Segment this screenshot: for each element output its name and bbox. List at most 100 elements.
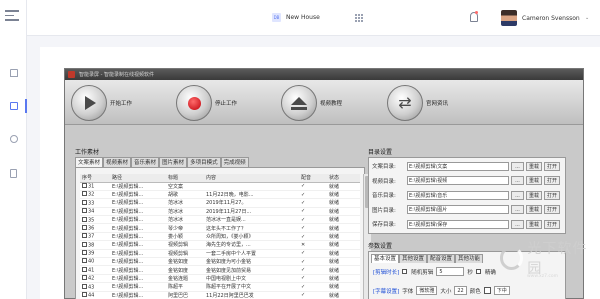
link-icon[interactable] (0, 132, 27, 146)
row-checkbox[interactable] (82, 199, 87, 205)
dir-label: 保存目录: (372, 222, 396, 229)
apps-grid-icon[interactable] (355, 14, 363, 22)
col-path[interactable]: 路径 (110, 174, 166, 183)
position-select[interactable]: 下中 (493, 286, 510, 295)
table-row[interactable]: 40 E:\视频剪辑... 金铭如度 金铭如度为可小金铭 ✓ 就绪 (80, 257, 360, 267)
row-checkbox[interactable] (82, 191, 87, 197)
cell-status: 就绪 (327, 182, 360, 191)
col-index[interactable]: 序号 (80, 174, 110, 183)
browse-button[interactable]: ... (511, 219, 524, 229)
row-checkbox[interactable] (82, 258, 87, 264)
reload-button[interactable]: 重载 (526, 219, 543, 229)
user-name[interactable]: Cameron Svensson (522, 15, 580, 22)
file-icon[interactable] (0, 166, 27, 180)
row-checkbox[interactable] (82, 283, 87, 289)
cell-dubbing: ✓ (299, 190, 327, 200)
video-tutorial-button[interactable]: 视频教程 (281, 85, 342, 121)
row-checkbox[interactable] (82, 208, 87, 214)
dir-row: 图片目录: E:\视频剪辑\图片... 重载 打开 (372, 205, 561, 215)
table-row[interactable]: 34 E:\视频剪辑... 范冰冰 2019年11月27日... ✓ 就绪 (80, 207, 360, 217)
avatar[interactable] (501, 10, 517, 26)
dir-path-input[interactable]: E:\视频剪辑\保存 (407, 219, 509, 229)
tab-finished-videos[interactable]: 完成视频 (220, 157, 249, 167)
home-icon[interactable] (0, 66, 27, 80)
cell-dubbing: ✓ (299, 291, 327, 299)
cell-status: 就绪 (327, 198, 360, 208)
clip-duration-input[interactable]: 5 (436, 267, 465, 276)
menu-icon[interactable] (5, 10, 19, 22)
table-row[interactable]: 41 E:\视频剪辑... 金铭如度 金铭如度见加前贸易 ✓ 就绪 (80, 265, 360, 275)
table-row[interactable]: 32 E:\视频剪辑... 胡歌 11月22日晚，电影... ✓ 就绪 (80, 190, 360, 200)
cell-path: E:\视频剪辑... (110, 257, 166, 267)
size-input[interactable]: 22 (454, 286, 467, 295)
open-button[interactable]: 打开 (544, 161, 561, 171)
table-row[interactable]: 35 E:\视频剪辑... 范冰冰 范冰冰一直是娱... ✓ 就绪 (80, 215, 360, 225)
reload-button[interactable]: 重载 (526, 205, 543, 215)
row-index: 42 (88, 275, 95, 282)
open-button[interactable]: 打开 (544, 205, 561, 215)
row-checkbox[interactable] (82, 292, 87, 298)
chevron-down-icon[interactable]: ⌄ (585, 15, 589, 21)
dir-path-input[interactable]: E:\视频剪辑\文案 (407, 161, 509, 171)
font-select[interactable]: 微软雅 (416, 286, 438, 295)
table-row[interactable]: 36 E:\视频剪辑... 琴少帝 这年头不工作了？ ✓ 就绪 (80, 223, 360, 233)
table-row[interactable]: 39 E:\视频剪辑... 视频剪辑 一套二手房中个人平置 ✓ 就绪 (80, 249, 360, 259)
row-checkbox[interactable] (82, 275, 87, 281)
cell-title: 视频剪辑 (166, 249, 204, 259)
row-checkbox[interactable] (82, 224, 87, 230)
tab-multi-project[interactable]: 多项目模式 (187, 157, 221, 167)
browse-button[interactable]: ... (511, 176, 524, 186)
open-button[interactable]: 打开 (544, 190, 561, 200)
tab-dubbing-settings[interactable]: 配音设置 (427, 254, 456, 263)
random-clip-checkbox[interactable] (402, 269, 408, 274)
clip-duration-label: [剪辑时长] (373, 269, 400, 276)
col-status[interactable]: 状态 (327, 174, 360, 183)
browse-button[interactable]: ... (511, 161, 524, 171)
tab-image-materials[interactable]: 图片素材 (159, 157, 188, 167)
dir-path-input[interactable]: E:\视频剪辑\音乐 (407, 190, 509, 200)
browse-button[interactable]: ... (511, 205, 524, 215)
col-title[interactable]: 标题 (166, 174, 204, 183)
tab-other-settings[interactable]: 其他设置 (399, 254, 428, 263)
color-swatch[interactable] (483, 287, 491, 294)
table-row[interactable]: 42 E:\视频剪辑... 金铭连题 中国电视剧上中文 ✓ 就绪 (80, 274, 360, 284)
cell-index: 40 (80, 257, 110, 267)
tab-video-materials[interactable]: 视频素材 (103, 157, 132, 167)
reload-button[interactable]: 重载 (526, 176, 543, 186)
dir-path-input[interactable]: E:\视频剪辑\图片 (407, 205, 509, 215)
brand[interactable]: DB New House (272, 13, 320, 22)
cell-title: 金铭如度 (166, 265, 204, 275)
col-content[interactable]: 内容 (204, 174, 299, 183)
stop-work-button[interactable]: 停止工作 (176, 85, 237, 121)
table-row[interactable]: 43 E:\视频剪辑... 陈超平 陈超平在开展了中文 ✓ 就绪 (80, 282, 360, 292)
tab-other-functions[interactable]: 其他功能 (455, 254, 484, 263)
subtitle-row: [字幕设置] 字体 微软雅 大小 22 颜色 下中 (373, 286, 510, 295)
play-icon (85, 96, 96, 110)
reload-button[interactable]: 重载 (526, 190, 543, 200)
row-checkbox[interactable] (82, 216, 87, 222)
dir-path-input[interactable]: E:\视频剪辑\视频 (407, 176, 509, 186)
website-news-button[interactable]: ⇄ 官网资讯 (387, 85, 448, 121)
row-checkbox[interactable] (82, 233, 87, 239)
table-row[interactable]: 33 E:\视频剪辑... 范冰冰 2019年11月27。 ✓ 就绪 (80, 198, 360, 208)
row-checkbox[interactable] (82, 266, 87, 272)
table-row[interactable]: 37 E:\视频剪辑... 娄小颖 众所周知，《娄小颖》 ✓ 就绪 (80, 232, 360, 242)
precise-checkbox[interactable] (475, 269, 481, 274)
browse-button[interactable]: ... (511, 190, 524, 200)
tab-basic-settings[interactable]: 基本设置 (371, 254, 400, 263)
open-button[interactable]: 打开 (544, 176, 561, 186)
cell-index: 36 (80, 223, 110, 233)
folder-icon[interactable] (0, 99, 27, 113)
table-row[interactable]: 38 E:\视频剪辑... 视频剪辑 海先生的专访里，... ✕ 就绪 (80, 240, 360, 250)
tab-text-materials[interactable]: 文案素材 (75, 157, 104, 167)
open-button[interactable]: 打开 (544, 219, 561, 229)
table-row[interactable]: 31 E:\视频剪辑... 空文案 ✓ 就绪 (80, 182, 360, 191)
row-checkbox[interactable] (82, 182, 87, 188)
tab-music-materials[interactable]: 音乐素材 (131, 157, 160, 167)
reload-button[interactable]: 重载 (526, 161, 543, 171)
row-checkbox[interactable] (82, 241, 87, 247)
col-dubbing[interactable]: 配音 (299, 174, 327, 183)
start-work-button[interactable]: 开始工作 (71, 85, 132, 121)
row-checkbox[interactable] (82, 250, 87, 256)
table-row[interactable]: 44 E:\视频剪辑... 阿里巴巴 11月22日阿里巴巴发 ✓ 就绪 (80, 291, 360, 299)
